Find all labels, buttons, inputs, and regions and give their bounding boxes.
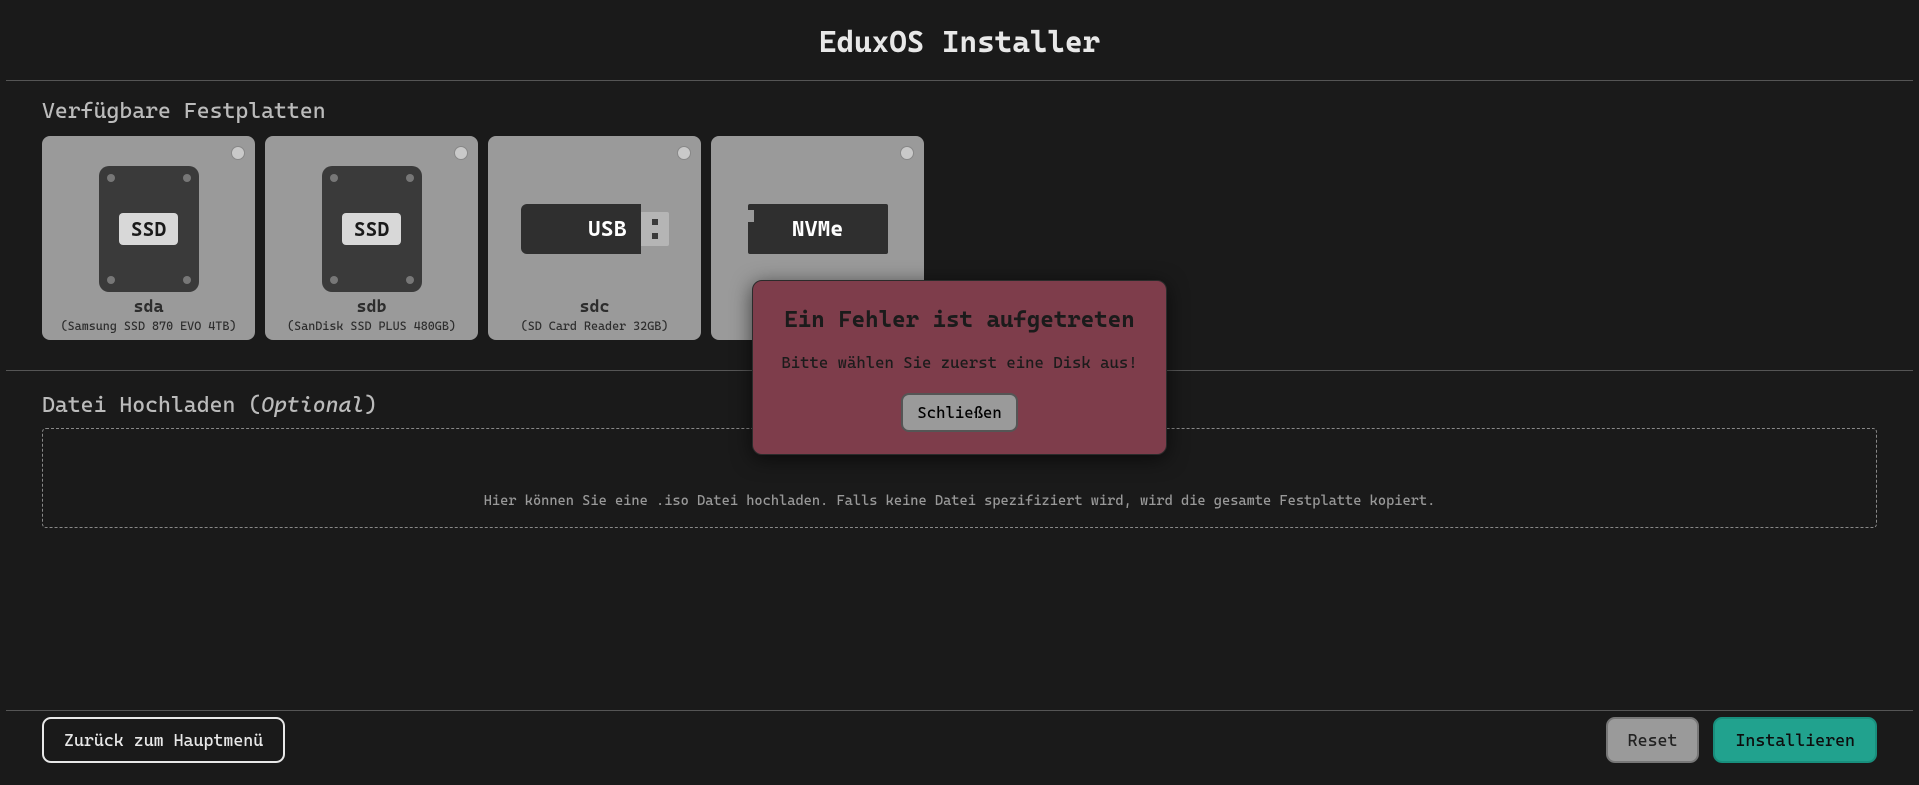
disks-heading: Verfügbare Festplatten [0,81,1919,136]
ssd-icon-label: SSD [119,213,178,245]
install-button[interactable]: Installieren [1713,717,1877,763]
error-dialog: Ein Fehler ist aufgetreten Bitte wählen … [752,280,1167,454]
disk-subtitle: (Samsung SSD 870 EVO 4TB) [61,319,237,333]
dialog-title: Ein Fehler ist aufgetreten [775,307,1144,333]
dialog-message: Bitte wählen Sie zuerst eine Disk aus! [775,351,1144,374]
footer-right-group: Reset Installieren [1606,717,1877,763]
nvme-icon-label: NVMe [792,217,844,242]
usb-icon-label: USB [588,217,627,242]
disk-card-sdc[interactable]: USB sdc (SD Card Reader 32GB) [488,136,701,340]
upload-heading-suffix: ) [364,393,377,418]
disk-icon: NVMe [748,164,888,294]
disk-name: sdb [357,296,387,316]
upload-heading-prefix: Datei Hochladen ( [42,393,261,418]
radio-indicator[interactable] [231,146,245,160]
disk-card-sda[interactable]: SSD sda (Samsung SSD 870 EVO 4TB) [42,136,255,340]
back-button[interactable]: Zurück zum Hauptmenü [42,717,285,763]
radio-indicator[interactable] [454,146,468,160]
disk-icon: SSD [99,164,199,294]
radio-indicator[interactable] [900,146,914,160]
disk-subtitle: (SD Card Reader 32GB) [521,319,669,333]
disk-name: sda [134,296,164,316]
upload-hint: Hier können Sie eine .iso Datei hochlade… [484,493,1436,509]
disk-icon: USB [521,164,669,294]
divider [6,710,1913,711]
disk-card-sdb[interactable]: SSD sdb (SanDisk SSD PLUS 480GB) [265,136,478,340]
disk-subtitle: (SanDisk SSD PLUS 480GB) [287,319,456,333]
reset-button[interactable]: Reset [1606,717,1700,763]
radio-indicator[interactable] [677,146,691,160]
disk-icon: SSD [322,164,422,294]
page-title: EduxOS Installer [0,0,1919,80]
dialog-close-button[interactable]: Schließen [901,393,1017,432]
disk-name: sdc [580,296,610,316]
upload-heading-optional: Optional [261,393,364,418]
footer: Zurück zum Hauptmenü Reset Installieren [0,717,1919,785]
ssd-icon-label: SSD [342,213,401,245]
